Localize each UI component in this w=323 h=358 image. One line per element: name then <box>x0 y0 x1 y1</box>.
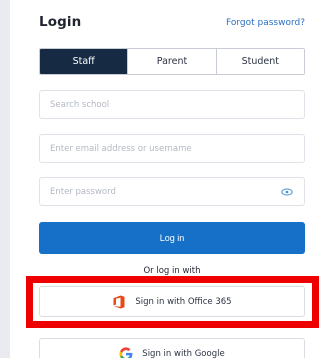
page-title: Login <box>39 14 82 30</box>
eye-icon[interactable] <box>280 187 294 197</box>
login-page: Login Forgot password? Staff Parent Stud… <box>0 0 323 358</box>
school-field <box>39 90 305 119</box>
tab-staff[interactable]: Staff <box>40 49 128 74</box>
tab-parent[interactable]: Parent <box>127 49 216 74</box>
email-username-input[interactable] <box>50 135 294 162</box>
left-rail <box>0 0 10 358</box>
highlight-box <box>26 276 319 328</box>
password-input[interactable] <box>50 178 280 205</box>
google-signin-button[interactable]: Sign in with Google <box>39 338 305 358</box>
tab-student[interactable]: Student <box>215 49 304 74</box>
or-divider-text: Or log in with <box>143 266 201 276</box>
google-icon <box>119 346 133 358</box>
email-field <box>39 134 305 163</box>
school-search-input[interactable] <box>50 91 294 118</box>
role-tabs: Staff Parent Student <box>39 48 305 75</box>
login-button[interactable]: Log in <box>39 222 305 254</box>
google-label: Sign in with Google <box>142 348 225 358</box>
forgot-password-link[interactable]: Forgot password? <box>226 18 305 28</box>
password-field <box>39 177 305 206</box>
